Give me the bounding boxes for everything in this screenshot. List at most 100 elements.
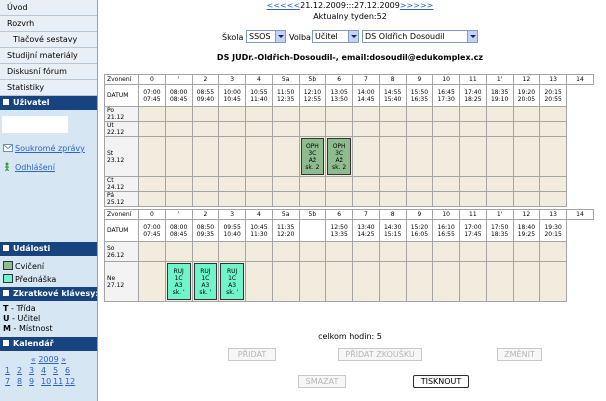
timeslot-cell[interactable] [405,106,434,122]
timeslot-cell[interactable] [271,121,300,137]
lesson-prednaska[interactable]: RUJ 1C A3 sk. ' [166,263,191,300]
timeslot-cell[interactable] [539,136,567,177]
timeslot-cell[interactable] [432,191,460,207]
timeslot-cell[interactable] [512,106,541,122]
timeslot-cell[interactable] [512,136,541,177]
timeslot-cell[interactable] [191,106,220,122]
timeslot-cell[interactable] [298,121,327,137]
timeslot-cell[interactable] [298,241,327,262]
timeslot-cell[interactable] [164,241,193,262]
timeslot-cell[interactable] [138,106,166,122]
timeslot-cell[interactable]: RUJ 1C A3 sk. ' [218,261,246,302]
timeslot-cell[interactable] [432,121,460,137]
timeslot-cell[interactable] [218,121,246,137]
timeslot-cell[interactable] [539,121,567,137]
logout-row[interactable]: Odhlášení [0,158,97,177]
calendar-month[interactable]: 12 [65,376,77,387]
timeslot-cell[interactable] [138,191,166,207]
timeslot-cell[interactable] [378,261,407,302]
calendar-month[interactable]: 4 [41,365,53,376]
timeslot-cell[interactable] [459,191,487,207]
timeslot-cell[interactable] [539,106,567,122]
timeslot-cell[interactable] [459,176,487,192]
timeslot-cell[interactable] [378,176,407,192]
timeslot-cell[interactable] [485,121,514,137]
timeslot-cell[interactable] [485,176,514,192]
menu-item-tlacove-sestavy[interactable]: Tlačové sestavy [0,32,97,48]
timeslot-cell[interactable]: OPH 3C Až sk. 2 [298,136,327,177]
timeslot-cell[interactable] [512,261,541,302]
calendar-month[interactable]: 7 [5,376,17,387]
timeslot-cell[interactable] [512,176,541,192]
calendar-month[interactable]: 1 [5,365,17,376]
timeslot-cell[interactable] [512,241,541,262]
timeslot-cell[interactable] [512,191,541,207]
timeslot-cell[interactable] [271,241,300,262]
calendar-month[interactable]: 6 [65,365,77,376]
timeslot-cell[interactable] [378,241,407,262]
timeslot-cell[interactable] [271,176,300,192]
prev-week-link[interactable]: <<<<< [267,1,301,10]
timeslot-cell[interactable] [191,191,220,207]
calendar-year[interactable]: 2009 [38,355,58,364]
timeslot-cell[interactable] [512,121,541,137]
menu-item-uvod[interactable]: Úvod [0,0,97,16]
timeslot-cell[interactable] [298,106,327,122]
calendar-month[interactable]: 8 [17,376,29,387]
calendar-month[interactable]: 3 [29,365,41,376]
timeslot-cell[interactable] [405,261,434,302]
timeslot-cell[interactable] [352,241,380,262]
timeslot-cell[interactable] [378,121,407,137]
timeslot-cell[interactable] [432,136,460,177]
timeslot-cell[interactable] [298,261,327,302]
calendar-prev-year[interactable]: « [31,355,36,364]
timeslot-cell[interactable] [271,261,300,302]
person-select[interactable]: DS Oldřich Dosoudil [362,30,478,43]
timeslot-cell[interactable] [191,136,220,177]
timeslot-cell[interactable] [459,136,487,177]
timeslot-cell[interactable] [352,261,380,302]
timeslot-cell[interactable] [191,241,220,262]
private-messages-link[interactable]: Soukromé zprávy [15,144,85,153]
timeslot-cell[interactable] [191,176,220,192]
menu-item-diskusni-forum[interactable]: Diskusní fórum [0,64,97,80]
timeslot-cell[interactable] [485,191,514,207]
timeslot-cell[interactable] [405,136,434,177]
timeslot-cell[interactable] [298,176,327,192]
calendar-month[interactable]: 11 [53,376,65,387]
timeslot-cell[interactable] [271,191,300,207]
menu-item-studijni-materialy[interactable]: Studijní materiály [0,48,97,64]
delete-button[interactable]: SMAZAT [298,375,346,388]
timeslot-cell[interactable] [325,241,353,262]
timeslot-cell[interactable] [432,176,460,192]
timeslot-cell[interactable] [245,176,273,192]
timeslot-cell[interactable] [485,136,514,177]
calendar-month[interactable]: 10 [41,376,53,387]
timeslot-cell[interactable] [245,121,273,137]
change-button[interactable]: ZMĚNIT [497,348,542,361]
timeslot-cell[interactable] [459,241,487,262]
timeslot-cell[interactable] [271,106,300,122]
timeslot-cell[interactable] [325,121,353,137]
timeslot-cell[interactable] [325,191,353,207]
timeslot-cell[interactable] [405,191,434,207]
timeslot-cell[interactable] [138,121,166,137]
lesson-cviceni[interactable]: OPH 3C Až sk. 2 [327,138,351,175]
timeslot-cell[interactable] [218,176,246,192]
timeslot-cell[interactable] [378,106,407,122]
timeslot-cell[interactable] [539,261,567,302]
timeslot-cell[interactable] [539,191,567,207]
timeslot-cell[interactable] [459,121,487,137]
timeslot-cell[interactable] [164,106,193,122]
add-exam-button[interactable]: PŘIDAT ZKOUŠKU [338,348,422,361]
lesson-prednaska[interactable]: RUJ 1C A3 sk. ' [220,263,244,300]
print-button[interactable]: TISKNOUT [413,375,469,388]
timeslot-cell[interactable] [325,176,353,192]
add-button[interactable]: PŘIDAT [228,348,276,361]
timeslot-cell[interactable] [459,106,487,122]
timeslot-cell[interactable] [218,191,246,207]
timeslot-cell[interactable] [218,241,246,262]
timeslot-cell[interactable] [352,121,380,137]
timeslot-cell[interactable] [352,136,380,177]
timeslot-cell[interactable] [378,191,407,207]
